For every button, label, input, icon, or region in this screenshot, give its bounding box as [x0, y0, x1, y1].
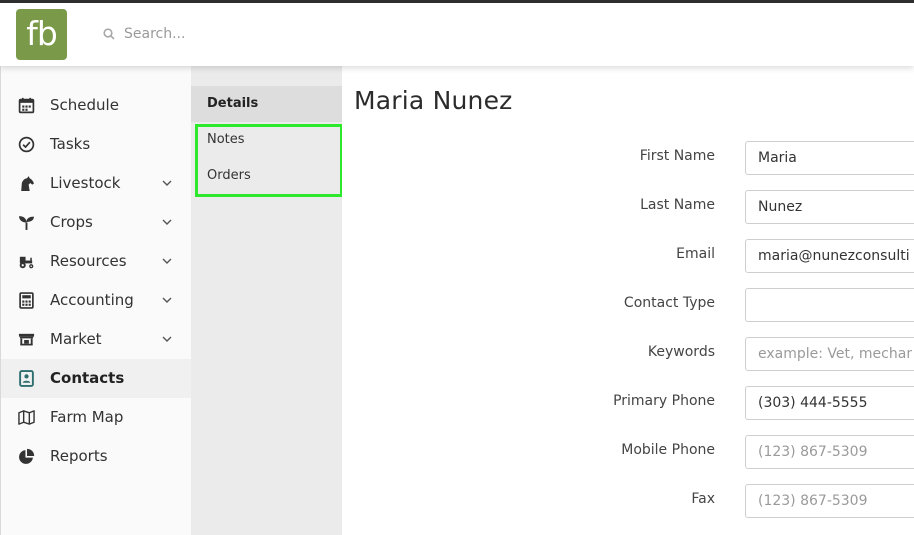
calculator-icon	[19, 292, 34, 309]
chevron-down-icon[interactable]	[161, 217, 173, 227]
first-name-label: First Name	[639, 148, 715, 164]
sidebar-item-label: Tasks	[50, 135, 91, 153]
email-field[interactable]	[745, 239, 914, 273]
chevron-down-icon[interactable]	[161, 295, 173, 305]
form-row-mobile-phone: Mobile Phone	[342, 435, 914, 469]
sidebar-item-market[interactable]: Market	[1, 320, 192, 359]
email-label: Email	[676, 246, 715, 262]
sidebar-item-label: Reports	[50, 447, 108, 465]
sidebar-item-label: Resources	[50, 252, 127, 270]
form-row-fax: Fax	[342, 484, 914, 518]
highlight-box	[195, 124, 343, 197]
tab-details[interactable]: Details	[191, 86, 342, 122]
search-icon	[103, 28, 115, 40]
map-icon	[18, 410, 35, 425]
first-name-field[interactable]	[745, 141, 914, 175]
form-row-first-name: First Name	[342, 141, 914, 175]
sidebar-item-livestock[interactable]: Livestock	[1, 164, 192, 203]
sidebar-item-tasks[interactable]: Tasks	[1, 125, 192, 164]
main-content: Maria Nunez First Name Last Name Email C…	[342, 66, 914, 535]
tractor-icon	[19, 256, 34, 269]
calendar-icon	[18, 97, 35, 114]
sidebar-item-label: Market	[50, 330, 102, 348]
fax-field[interactable]	[745, 484, 914, 518]
seedling-icon	[19, 216, 34, 230]
mobile-phone-field[interactable]	[745, 435, 914, 469]
sidebar-item-label: Schedule	[50, 96, 119, 114]
check-circle-icon	[18, 136, 35, 153]
sidebar-item-resources[interactable]: Resources	[1, 242, 192, 281]
primary-phone-field[interactable]	[745, 386, 914, 420]
pie-chart-icon	[19, 448, 35, 464]
last-name-field[interactable]	[745, 190, 914, 224]
primary-phone-label: Primary Phone	[613, 393, 715, 409]
horse-icon	[21, 176, 34, 191]
app-logo[interactable]: fb	[16, 9, 67, 60]
form-row-keywords: Keywords	[342, 337, 914, 371]
last-name-label: Last Name	[640, 197, 715, 213]
app-header: fb	[0, 3, 914, 66]
keywords-label: Keywords	[647, 344, 715, 360]
sidebar-item-contacts[interactable]: Contacts	[1, 359, 192, 398]
form-row-email: Email	[342, 239, 914, 273]
fax-label: Fax	[691, 491, 715, 507]
sidebar-item-schedule[interactable]: Schedule	[1, 86, 192, 125]
sidebar-item-label: Livestock	[50, 174, 121, 192]
sidebar-item-accounting[interactable]: Accounting	[1, 281, 192, 320]
sidebar: Schedule Tasks Livestock Crops Resources…	[0, 66, 192, 535]
chevron-down-icon[interactable]	[161, 256, 173, 266]
sidebar-item-label: Accounting	[50, 291, 134, 309]
store-icon	[18, 333, 35, 346]
form-row-last-name: Last Name	[342, 190, 914, 224]
page-title: Maria Nunez	[354, 86, 513, 115]
sidebar-item-label: Contacts	[50, 369, 125, 387]
sidebar-item-crops[interactable]: Crops	[1, 203, 192, 242]
contact-type-field[interactable]	[745, 288, 914, 322]
sidebar-item-farm-map[interactable]: Farm Map	[1, 398, 192, 437]
sidebar-item-label: Farm Map	[50, 408, 124, 426]
search-input[interactable]	[118, 21, 418, 47]
mobile-phone-label: Mobile Phone	[621, 442, 715, 458]
sidebar-item-label: Crops	[50, 213, 93, 231]
form-row-primary-phone: Primary Phone	[342, 386, 914, 420]
chevron-down-icon[interactable]	[161, 334, 173, 344]
address-book-icon	[19, 370, 34, 387]
chevron-down-icon[interactable]	[161, 178, 173, 188]
form-row-contact-type: Contact Type	[342, 288, 914, 322]
keywords-field[interactable]	[745, 337, 914, 371]
contact-type-label: Contact Type	[623, 295, 715, 311]
sidebar-item-reports[interactable]: Reports	[1, 437, 192, 476]
